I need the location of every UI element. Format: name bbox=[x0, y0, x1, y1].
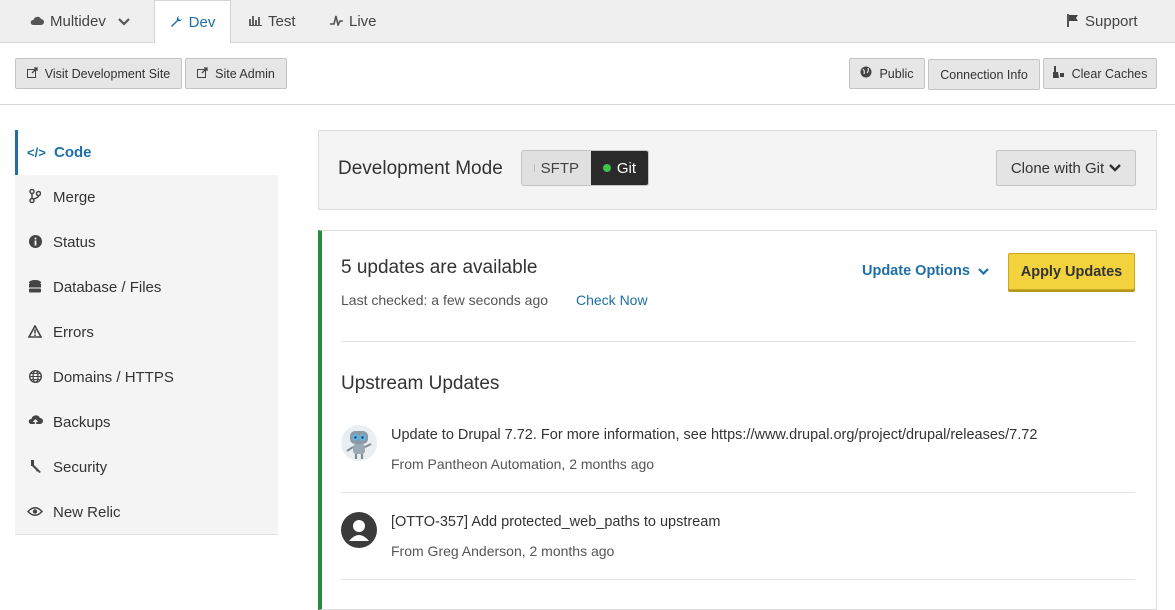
sidebar-item-label: Domains / HTTPS bbox=[53, 369, 174, 386]
database-icon bbox=[27, 279, 43, 296]
action-bar: Visit Development Site Site Admin Public… bbox=[0, 43, 1175, 105]
sidebar-item-label: Code bbox=[54, 144, 92, 161]
development-mode-title: Development Mode bbox=[338, 158, 503, 179]
commit-message: Update to Drupal 7.72. For more informat… bbox=[391, 427, 1038, 443]
eye-icon bbox=[26, 505, 44, 520]
wrench-icon bbox=[170, 15, 183, 31]
public-label: Public bbox=[879, 66, 914, 81]
site-admin-label: Site Admin bbox=[215, 66, 275, 81]
tab-live[interactable]: Live bbox=[330, 0, 377, 43]
environment-tabs: Multidev Dev Test Live Support bbox=[0, 0, 1175, 44]
commit-author: From Pantheon Automation, 2 months ago bbox=[391, 456, 655, 472]
info-icon bbox=[27, 234, 43, 251]
site-admin-button[interactable]: Site Admin bbox=[185, 58, 287, 89]
sidebar-nav: </> Code Merge Status Database / Files E… bbox=[15, 130, 278, 535]
upstream-updates-title: Upstream Updates bbox=[341, 373, 500, 394]
list-item: Update to Drupal 7.72. For more informat… bbox=[341, 407, 1135, 493]
sidebar-item-database-files[interactable]: Database / Files bbox=[15, 265, 278, 310]
sidebar-item-label: Backups bbox=[53, 414, 111, 431]
updates-panel: 5 updates are available Last checked: a … bbox=[318, 230, 1157, 610]
chevron-down-icon bbox=[118, 15, 130, 29]
apply-updates-button[interactable]: Apply Updates bbox=[1008, 253, 1135, 290]
sidebar-item-merge[interactable]: Merge bbox=[15, 175, 278, 220]
sidebar-item-code[interactable]: </> Code bbox=[15, 130, 278, 175]
flag-icon bbox=[1067, 13, 1079, 30]
sftp-mode-button[interactable]: SFTP bbox=[522, 151, 591, 185]
visit-development-site-label: Visit Development Site bbox=[44, 66, 171, 81]
sidebar-item-label: Errors bbox=[53, 324, 94, 341]
warning-icon bbox=[27, 323, 43, 341]
tab-support-label: Support bbox=[1085, 13, 1138, 30]
git-label: Git bbox=[616, 159, 636, 177]
connection-info-button[interactable]: Connection Info bbox=[928, 59, 1040, 90]
tab-multidev[interactable]: Multidev bbox=[30, 0, 130, 43]
cloud-icon bbox=[30, 14, 44, 29]
sidebar-item-domains-https[interactable]: Domains / HTTPS bbox=[15, 355, 278, 400]
commit-author: From Greg Anderson, 2 months ago bbox=[391, 543, 615, 559]
status-dot-icon bbox=[603, 164, 611, 172]
git-mode-button[interactable]: Git bbox=[591, 151, 648, 185]
tab-test[interactable]: Test bbox=[249, 0, 296, 43]
sftp-label: SFTP bbox=[540, 159, 579, 177]
sidebar-item-label: Status bbox=[53, 234, 96, 251]
update-options-dropdown[interactable]: Update Options bbox=[862, 263, 989, 279]
key-icon bbox=[27, 459, 43, 476]
list-item: [OTTO-357] Add protected_web_paths to up… bbox=[341, 494, 1135, 580]
globe-icon bbox=[27, 369, 43, 386]
chevron-down-icon bbox=[1109, 161, 1122, 175]
chevron-down-icon bbox=[978, 266, 989, 278]
sidebar-item-security[interactable]: Security bbox=[15, 445, 278, 490]
code-icon: </> bbox=[27, 145, 46, 160]
tab-multidev-label: Multidev bbox=[50, 13, 106, 30]
commit-message: [OTTO-357] Add protected_web_paths to up… bbox=[391, 514, 721, 530]
divider bbox=[341, 341, 1135, 342]
status-dot-icon bbox=[534, 164, 535, 172]
last-checked-text: Last checked: a few seconds ago bbox=[341, 292, 549, 308]
clear-caches-label: Clear Caches bbox=[1071, 66, 1148, 81]
tab-live-label: Live bbox=[349, 13, 377, 30]
sidebar-item-backups[interactable]: Backups bbox=[15, 400, 278, 445]
sidebar-item-label: Database / Files bbox=[53, 279, 162, 296]
pulse-icon bbox=[330, 14, 343, 29]
clear-caches-button[interactable]: Clear Caches bbox=[1043, 58, 1157, 89]
external-link-icon bbox=[26, 66, 38, 81]
avatar bbox=[341, 425, 377, 461]
sidebar-item-status[interactable]: Status bbox=[15, 220, 278, 265]
avatar bbox=[341, 512, 377, 548]
globe-icon bbox=[860, 66, 872, 81]
sidebar-item-label: Merge bbox=[53, 189, 96, 206]
public-button[interactable]: Public bbox=[849, 58, 925, 89]
development-mode-panel: Development Mode SFTP Git Clone with Git bbox=[318, 130, 1157, 210]
sidebar-item-label: New Relic bbox=[53, 503, 121, 521]
bar-chart-icon bbox=[249, 14, 262, 29]
connection-mode-toggle: SFTP Git bbox=[521, 150, 649, 186]
tab-dev-label: Dev bbox=[188, 14, 216, 31]
cloud-upload-icon bbox=[27, 415, 43, 430]
tab-dev[interactable]: Dev bbox=[154, 0, 231, 44]
sidebar-item-errors[interactable]: Errors bbox=[15, 310, 278, 355]
broom-icon bbox=[1052, 66, 1065, 81]
branch-icon bbox=[27, 188, 43, 206]
external-link-icon bbox=[197, 66, 208, 81]
tab-support[interactable]: Support bbox=[1067, 0, 1138, 43]
sidebar-item-label: Security bbox=[53, 459, 108, 476]
updates-available-title: 5 updates are available bbox=[341, 257, 538, 278]
clone-with-git-button[interactable]: Clone with Git bbox=[996, 150, 1136, 186]
connection-info-label: Connection Info bbox=[940, 67, 1028, 82]
sidebar-item-new-relic[interactable]: New Relic bbox=[15, 490, 278, 535]
check-now-link[interactable]: Check Now bbox=[576, 292, 648, 308]
clone-with-git-label: Clone with Git bbox=[1010, 159, 1105, 177]
update-options-label: Update Options bbox=[862, 263, 970, 279]
tab-test-label: Test bbox=[268, 13, 296, 30]
visit-development-site-button[interactable]: Visit Development Site bbox=[15, 58, 182, 89]
